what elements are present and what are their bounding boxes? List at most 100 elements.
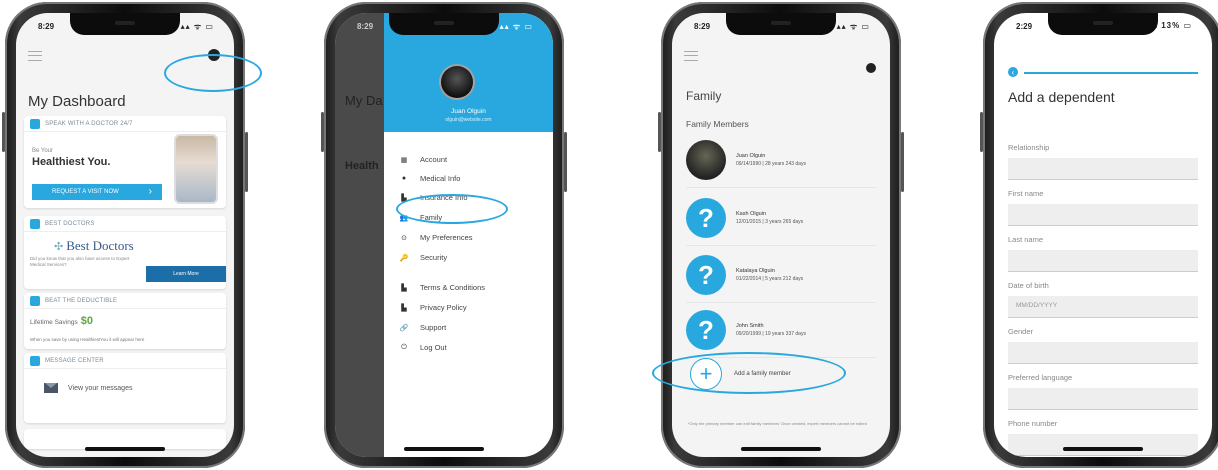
home-indicator[interactable] (404, 447, 484, 451)
profile-email: olguin@website.com (445, 117, 492, 123)
learn-more-button[interactable]: Learn More (146, 266, 226, 282)
card-header: MESSAGE CENTER (24, 353, 226, 369)
best-doctors-card: BEST DOCTORS Best Doctors Did you know t… (24, 216, 226, 289)
chevron-right-icon: › (148, 186, 152, 197)
card-header-label: BEAT THE DEDUCTIBLE (45, 297, 118, 304)
member-date: 12/01/2015 | 3 years 265 days (736, 219, 804, 225)
menu-item-label: Medical Info (420, 174, 461, 183)
hamburger-menu-icon[interactable] (28, 51, 42, 61)
back-arrow-icon[interactable]: ‹ (1008, 67, 1018, 77)
menu-item-label: Security (420, 253, 448, 262)
list-item[interactable]: Juan Olguin 09/14/1990 | 28 years 243 day… (686, 133, 876, 188)
text-input[interactable] (1008, 388, 1198, 410)
menu-item-security[interactable]: 🔑 Security (398, 253, 447, 262)
menu-item-label: My Preferences (420, 233, 473, 242)
text-input[interactable] (1008, 204, 1198, 226)
profile-avatar[interactable] (439, 64, 475, 100)
field-first-name: First name (1008, 189, 1198, 229)
menu-item-support[interactable]: 🔗 Support (398, 323, 447, 332)
ghost-headline: Health (345, 160, 379, 172)
field-label: Relationship (1008, 143, 1050, 152)
menu-item-privacy-policy[interactable]: ▙ Privacy Policy (398, 303, 466, 312)
status-time: 8:29 (38, 22, 55, 31)
page-title: Add a dependent (1008, 89, 1115, 105)
menu-icon: ⊙ (401, 234, 407, 242)
nav-drawer: Juan Olguin olguin@website.com ▦ Account ●… (384, 13, 553, 457)
menu-icon: ▙ (401, 304, 407, 312)
menu-icon: ● (401, 175, 407, 182)
menu-item-label: Support (420, 323, 447, 332)
card-header: BEST DOCTORS (24, 216, 226, 232)
status-time: 2:29 (1016, 22, 1033, 31)
home-indicator[interactable] (1063, 447, 1143, 451)
best-doctors-text: Did you know that you also have access t… (30, 256, 130, 267)
field-preferred-language: Preferred language (1008, 373, 1198, 413)
list-item[interactable]: ? John Smith 09/20/1999 | 19 years 337 da… (686, 303, 876, 358)
card-header-label: BEST DOCTORS (45, 220, 95, 227)
request-visit-button[interactable]: REQUEST A VISIT NOW › (32, 184, 162, 200)
field-phone-number: Phone number (1008, 419, 1198, 457)
menu-item-label: Log Out (420, 343, 447, 352)
hamburger-menu-icon[interactable] (684, 51, 698, 61)
notch (70, 13, 180, 35)
doctor-photo (174, 134, 218, 204)
text-input[interactable] (1008, 158, 1198, 180)
field-gender: Gender (1008, 327, 1198, 367)
menu-item-terms-conditions[interactable]: ▙ Terms & Conditions (398, 283, 485, 292)
field-label: Phone number (1008, 419, 1058, 428)
phone-icon (30, 118, 40, 129)
menu-item-log-out[interactable]: ⏻ Log Out (398, 343, 447, 352)
profile-name: Juan Olguin (451, 108, 486, 115)
section-title: Family Members (686, 119, 749, 129)
text-input[interactable] (1008, 434, 1198, 456)
home-indicator[interactable] (741, 447, 821, 451)
text-input[interactable] (1008, 250, 1198, 272)
menu-item-my-preferences[interactable]: ⊙ My Preferences (398, 233, 473, 242)
member-name: John Smith (736, 323, 764, 329)
page-title: My Dashboard (28, 93, 126, 110)
notch (726, 13, 836, 35)
list-item[interactable]: ? Kash Olguin 12/01/2015 | 3 years 265 da… (686, 191, 876, 246)
member-info: Katalaya Olguin 01/22/2014 | 5 years 212 … (736, 268, 803, 282)
speak-sub: Be Your (32, 148, 54, 154)
menu-item-account[interactable]: ▦ Account (398, 155, 447, 164)
menu-item-medical-info[interactable]: ● Medical Info (398, 174, 461, 183)
signal-icon: ▴ 13% ▭ (1152, 21, 1192, 30)
highlight-avatar-circle (164, 54, 262, 92)
card-header-label: MESSAGE CENTER (45, 357, 104, 364)
text-input[interactable] (1008, 342, 1198, 364)
field-relationship: Relationship (1008, 143, 1198, 183)
lifetime-savings: Lifetime Savings $0 (30, 315, 93, 327)
question-mark-icon: ? (686, 310, 726, 350)
question-mark-icon: ? (686, 255, 726, 295)
footnote: *Only the primary member can edit family… (688, 421, 867, 426)
page-title: Family (686, 89, 722, 103)
text-input[interactable]: MM/DD/YYYY (1008, 296, 1198, 318)
highlight-family-circle (396, 194, 508, 224)
member-name: Katalaya Olguin (736, 268, 775, 274)
screen: My Da Health 8:29 ▴▴ ᯤ ▭ Juan Olguin olg… (335, 13, 553, 457)
card-header: SPEAK WITH A DOCTOR 24/7 (24, 116, 226, 132)
view-messages-link[interactable]: View your messages (44, 383, 132, 393)
menu-icon: ⏻ (401, 343, 407, 351)
menu-icon: 🔗 (399, 324, 409, 332)
avatar[interactable] (866, 63, 876, 73)
member-info: Kash Olguin 12/01/2015 | 3 years 265 days (736, 211, 803, 225)
best-doctors-logo: Best Doctors (54, 238, 134, 254)
savings-label: Lifetime Savings (30, 319, 78, 326)
member-date: 09/20/1999 | 19 years 337 days (736, 331, 806, 337)
phone-add-dependent: 2:29 ▴ 13% ▭ ‹ Add a dependent Relations… (980, 2, 1218, 468)
menu-icon: ▙ (401, 284, 407, 292)
field-label: Date of birth (1008, 281, 1049, 290)
progress-bar (1024, 72, 1198, 74)
status-time: 8:29 (694, 22, 711, 31)
home-indicator[interactable] (85, 447, 165, 451)
status-time: 8:29 (357, 22, 374, 31)
member-name: Kash Olguin (736, 211, 766, 217)
piggy-icon (30, 295, 40, 306)
list-item[interactable]: ? Katalaya Olguin 01/22/2014 | 5 years 21… (686, 248, 876, 303)
speak-with-doctor-card: SPEAK WITH A DOCTOR 24/7 Be Your Healthi… (24, 116, 226, 208)
menu-item-label: Account (420, 155, 448, 164)
envelope-icon (44, 383, 58, 393)
card-header: BEAT THE DEDUCTIBLE (24, 293, 226, 309)
